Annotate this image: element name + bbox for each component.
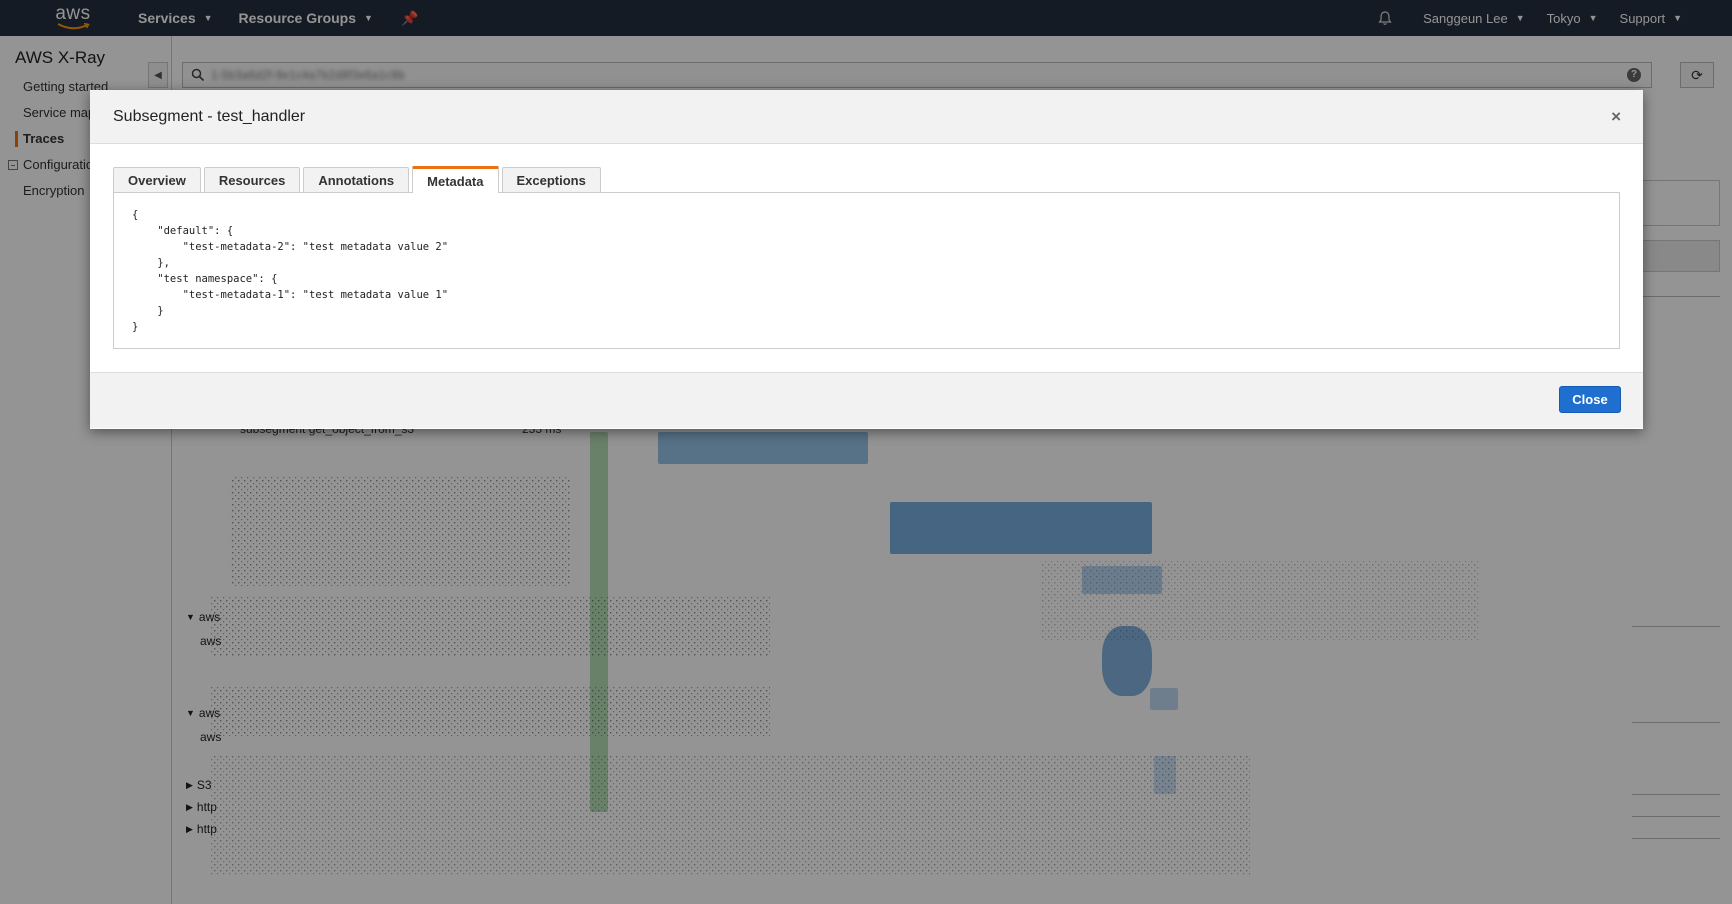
modal-tabs: Overview Resources Annotations Metadata … (113, 166, 1620, 193)
close-button[interactable]: Close (1559, 386, 1621, 413)
tab-exceptions[interactable]: Exceptions (501, 167, 601, 193)
subsegment-modal: Subsegment - test_handler × Overview Res… (90, 90, 1643, 429)
modal-header: Subsegment - test_handler × (90, 90, 1643, 144)
metadata-json: { "default": { "test-metadata-2": "test … (132, 209, 449, 333)
tab-metadata[interactable]: Metadata (412, 166, 499, 193)
tab-annotations[interactable]: Annotations (303, 167, 410, 193)
modal-title: Subsegment - test_handler (113, 107, 306, 125)
modal-body: Overview Resources Annotations Metadata … (90, 144, 1643, 372)
tab-resources[interactable]: Resources (203, 167, 301, 193)
close-icon[interactable]: × (1611, 107, 1621, 127)
metadata-panel: { "default": { "test-metadata-2": "test … (113, 192, 1620, 349)
tab-overview[interactable]: Overview (113, 167, 201, 193)
modal-footer: Close (90, 372, 1643, 428)
